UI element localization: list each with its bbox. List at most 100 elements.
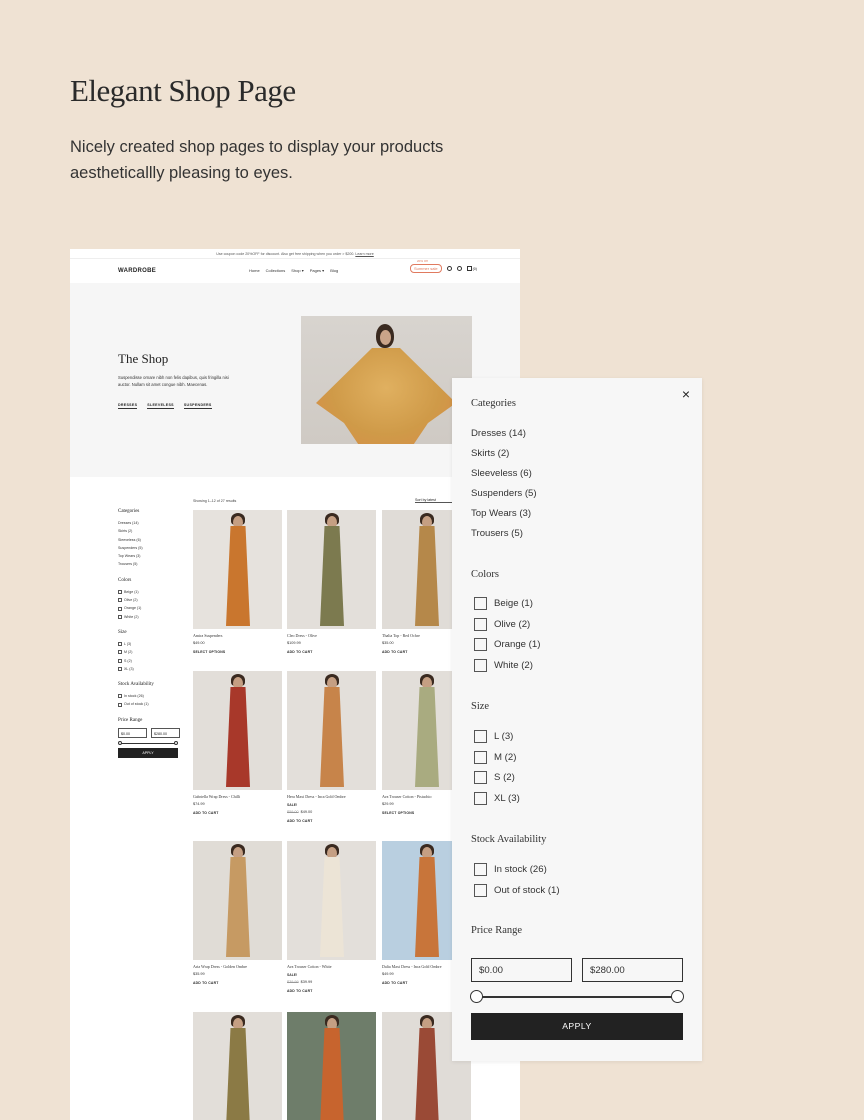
summer-sale-badge[interactable]: 20% Off Summer sale bbox=[410, 259, 442, 273]
model-outfit bbox=[226, 526, 250, 626]
price-min-input[interactable]: $0.00 bbox=[471, 958, 572, 982]
account-icon[interactable] bbox=[446, 266, 452, 271]
product-action-button[interactable]: ADD TO CART bbox=[287, 989, 376, 993]
product-name[interactable]: Amira Suspenders bbox=[193, 633, 282, 638]
mini-category-item[interactable]: Skirts (2) bbox=[118, 527, 188, 535]
product-image[interactable] bbox=[287, 841, 376, 960]
hero-link-suspenders[interactable]: SUSPENDERS bbox=[183, 403, 212, 409]
product-image[interactable] bbox=[193, 510, 282, 629]
hero-link-dresses[interactable]: DRESSES bbox=[118, 403, 138, 409]
search-icon[interactable] bbox=[456, 266, 462, 271]
close-icon[interactable]: × bbox=[680, 387, 692, 401]
product-card[interactable] bbox=[287, 1012, 376, 1120]
mini-checkbox[interactable] bbox=[118, 702, 122, 707]
nav-links: Home Collections Shop ▾ Pages ▾ Blog bbox=[249, 268, 338, 273]
panel-category-item[interactable]: Suspenders (5) bbox=[471, 483, 537, 503]
product-card[interactable]: Gabriella Wrap Dress - Chilli $74.99 ADD T… bbox=[193, 671, 282, 815]
mini-checkbox[interactable] bbox=[118, 614, 122, 619]
apply-button[interactable]: APPLY bbox=[471, 1013, 683, 1040]
product-name[interactable]: Cleo Dress - Olive bbox=[287, 633, 376, 638]
mini-checkbox[interactable] bbox=[118, 658, 122, 663]
mini-slider-knob-max[interactable] bbox=[174, 740, 178, 745]
product-image[interactable] bbox=[287, 671, 376, 790]
nav-collections[interactable]: Collections bbox=[266, 268, 286, 273]
mini-slider-knob-min[interactable] bbox=[118, 740, 122, 745]
panel-category-item[interactable]: Dresses (14) bbox=[471, 423, 537, 443]
product-image[interactable] bbox=[193, 841, 282, 960]
mini-price-slider[interactable] bbox=[118, 739, 188, 747]
product-action-button[interactable]: ADD TO CART bbox=[193, 811, 282, 815]
mini-price-max-input[interactable]: $280.00 bbox=[151, 727, 180, 738]
product-card[interactable]: Ava Trouser Cotton - White SALE! $39.99 $39… bbox=[287, 841, 376, 993]
nav-home[interactable]: Home bbox=[249, 268, 260, 273]
panel-categories-list: Dresses (14) Skirts (2) Sleeveless (6) S… bbox=[471, 423, 537, 543]
mini-checkbox[interactable] bbox=[118, 606, 122, 611]
mini-color-label: Olive (2) bbox=[124, 598, 138, 603]
product-card[interactable] bbox=[193, 1012, 282, 1120]
price-slider-knob-max[interactable] bbox=[671, 990, 684, 1003]
nav-blog[interactable]: Blog bbox=[330, 268, 338, 273]
mini-category-item[interactable]: Trousers (5) bbox=[118, 560, 188, 568]
product-name[interactable]: Aria Wrap Dress - Golden Ombre bbox=[193, 964, 282, 969]
mini-price-min-input[interactable]: $0.00 bbox=[118, 727, 147, 738]
product-action-button[interactable]: ADD TO CART bbox=[193, 981, 282, 985]
mini-checkbox[interactable] bbox=[118, 642, 122, 647]
product-action-button[interactable]: SELECT OPTIONS bbox=[193, 650, 282, 654]
stock-checkbox[interactable] bbox=[474, 883, 487, 897]
size-checkbox[interactable] bbox=[474, 791, 487, 805]
price-max-input[interactable]: $280.00 bbox=[582, 958, 683, 982]
size-label: M (2) bbox=[494, 751, 517, 763]
panel-colors-title: Colors bbox=[471, 569, 500, 580]
product-image[interactable] bbox=[193, 1012, 282, 1120]
mini-apply-button[interactable]: APPLY bbox=[118, 747, 178, 758]
mini-checkbox[interactable] bbox=[118, 667, 122, 671]
panel-category-item[interactable]: Trousers (5) bbox=[471, 523, 537, 543]
hero-image-face bbox=[380, 330, 391, 345]
mini-checkbox[interactable] bbox=[118, 694, 122, 699]
current-price: $35.99 bbox=[193, 972, 205, 976]
price-slider-track[interactable] bbox=[476, 996, 679, 998]
product-image[interactable] bbox=[193, 671, 282, 790]
stock-checkbox[interactable] bbox=[474, 862, 487, 876]
product-name[interactable]: Gabriella Wrap Dress - Chilli bbox=[193, 794, 282, 799]
size-checkbox[interactable] bbox=[474, 771, 487, 785]
mini-checkbox[interactable] bbox=[118, 598, 122, 603]
size-checkbox[interactable] bbox=[474, 750, 487, 764]
panel-category-item[interactable]: Skirts (2) bbox=[471, 443, 537, 463]
panel-category-item[interactable]: Sleeveless (6) bbox=[471, 463, 537, 483]
product-image[interactable] bbox=[287, 1012, 376, 1120]
store-logo[interactable]: WARDROBE bbox=[118, 268, 156, 274]
nav-shop[interactable]: Shop ▾ bbox=[291, 268, 303, 273]
hero-link-sleeveless[interactable]: SLEEVELESS bbox=[147, 403, 174, 409]
product-card[interactable]: Aria Wrap Dress - Golden Ombre $35.99 ADD … bbox=[193, 841, 282, 985]
product-card[interactable]: Cleo Dress - Olive $109.99 ADD TO CART bbox=[287, 510, 376, 654]
product-card[interactable]: Hera Maxi Dress - Inca Gold Ombre SALE! $5… bbox=[287, 671, 376, 823]
product-name[interactable]: Ava Trouser Cotton - White bbox=[287, 964, 376, 969]
product-name[interactable]: Hera Maxi Dress - Inca Gold Ombre bbox=[287, 794, 376, 799]
page-headline: Elegant Shop Page bbox=[70, 73, 296, 108]
model-outfit bbox=[415, 526, 439, 626]
announcement-link[interactable]: Learn more bbox=[355, 252, 373, 256]
panel-category-item[interactable]: Top Wears (3) bbox=[471, 503, 537, 523]
mini-category-item[interactable]: Suspenders (5) bbox=[118, 544, 188, 552]
mini-checkbox[interactable] bbox=[118, 650, 122, 655]
color-checkbox[interactable] bbox=[474, 638, 487, 652]
price-slider-knob-min[interactable] bbox=[470, 990, 483, 1003]
cart-count: (0) bbox=[472, 266, 477, 271]
cart-icon[interactable] bbox=[466, 266, 472, 271]
color-checkbox[interactable] bbox=[474, 658, 487, 672]
product-card[interactable]: Amira Suspenders $49.00 SELECT OPTIONS bbox=[193, 510, 282, 654]
color-checkbox[interactable] bbox=[474, 617, 487, 631]
mini-checkbox[interactable] bbox=[118, 589, 122, 594]
mini-category-item[interactable]: Dresses (14) bbox=[118, 519, 188, 527]
size-checkbox[interactable] bbox=[474, 729, 487, 743]
mini-category-item[interactable]: Sleeveless (6) bbox=[118, 536, 188, 544]
product-price: $74.99 bbox=[193, 802, 282, 806]
nav-pages[interactable]: Pages ▾ bbox=[310, 268, 324, 273]
product-image[interactable] bbox=[287, 510, 376, 629]
product-action-button[interactable]: ADD TO CART bbox=[287, 650, 376, 654]
mini-stock-title: Stock Availability bbox=[118, 682, 154, 688]
color-checkbox[interactable] bbox=[474, 596, 487, 610]
mini-category-item[interactable]: Top Wears (3) bbox=[118, 552, 188, 560]
product-action-button[interactable]: ADD TO CART bbox=[287, 819, 376, 823]
